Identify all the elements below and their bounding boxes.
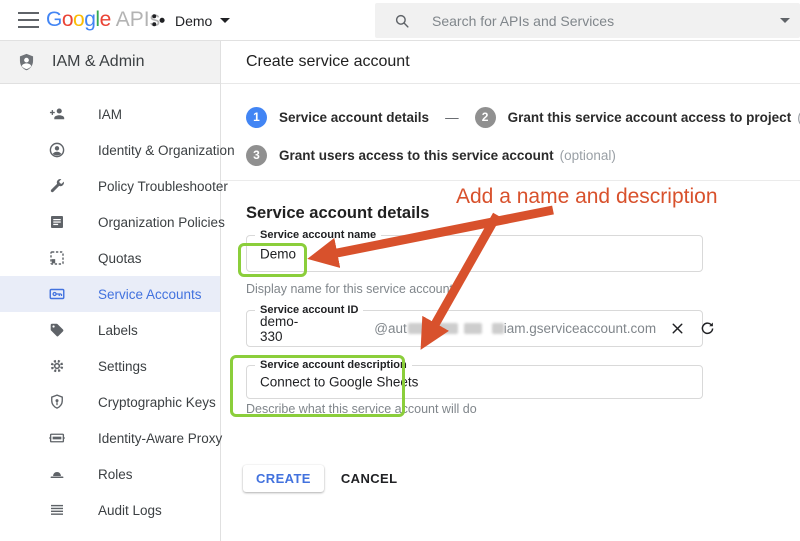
dashed-box-icon (48, 249, 66, 267)
cancel-button[interactable]: CANCEL (341, 471, 398, 486)
hat-icon (48, 465, 66, 483)
sidebar-header-iam-admin[interactable]: IAM & Admin (0, 41, 220, 84)
service-account-id-field[interactable]: Service account ID demo-330 @aut iam.gse… (246, 310, 703, 347)
step-3-label: Grant users access to this service accou… (279, 148, 554, 163)
wizard-steps-row-2: 3 Grant users access to this service acc… (246, 144, 616, 166)
google-apis-logo[interactable]: GoogleAPIs (46, 8, 160, 32)
proxy-layers-icon (48, 429, 66, 447)
refresh-id-icon[interactable] (699, 320, 716, 337)
form-actions: CREATE CANCEL (243, 465, 397, 492)
create-button[interactable]: CREATE (243, 465, 324, 492)
sidebar-nav: IAM Identity & Organization Policy Troub… (0, 84, 220, 528)
sidebar-item-label: Service Accounts (98, 287, 202, 302)
person-circle-icon (48, 141, 66, 159)
sidebar-item-quotas[interactable]: Quotas (0, 240, 220, 276)
name-helper-text: Display name for this service account (246, 282, 453, 296)
service-account-description-label: Service account description (255, 359, 412, 371)
project-name: Demo (175, 13, 212, 29)
sidebar-item-label: Cryptographic Keys (98, 395, 216, 410)
chevron-down-icon (220, 18, 230, 23)
service-account-description-value[interactable]: Connect to Google Sheets (260, 375, 418, 390)
sidebar-item-label: Quotas (98, 251, 142, 266)
service-account-name-value[interactable]: Demo (260, 246, 296, 261)
step-2-label: Grant this service account access to pro… (508, 110, 792, 125)
shield-key-icon (48, 393, 66, 411)
redacted-block (464, 323, 482, 334)
hamburger-menu-icon[interactable] (18, 12, 39, 28)
sidebar-item-policy-troubleshooter[interactable]: Policy Troubleshooter (0, 168, 220, 204)
description-helper-text: Describe what this service account will … (246, 402, 477, 416)
search-chevron-down-icon[interactable] (780, 18, 790, 23)
step-1-label: Service account details (279, 110, 429, 125)
sidebar-header-label: IAM & Admin (52, 53, 144, 71)
page-title: Create service account (246, 53, 410, 71)
step-separator: — (445, 110, 459, 125)
service-account-name-field[interactable]: Service account name Demo (246, 235, 703, 272)
search-input[interactable] (432, 13, 780, 29)
sidebar-item-settings[interactable]: Settings (0, 348, 220, 384)
sidebar-item-organization-policies[interactable]: Organization Policies (0, 204, 220, 240)
logo-letter: o (73, 8, 84, 31)
project-selector[interactable]: Demo (150, 0, 230, 41)
sidebar-item-label: Identity-Aware Proxy (98, 431, 222, 446)
sidebar-item-service-accounts[interactable]: Service Accounts (0, 276, 220, 312)
tag-icon (48, 321, 66, 339)
main-content: Create service account 1 Service account… (221, 41, 800, 541)
sidebar-item-label: Identity & Organization (98, 143, 235, 158)
logo-letter: G (46, 8, 62, 31)
wrench-icon (48, 177, 66, 195)
document-lines-icon (48, 213, 66, 231)
top-app-bar: GoogleAPIs Demo (0, 0, 800, 41)
id-domain-prefix: @aut (374, 321, 406, 336)
wizard-steps-row-1: 1 Service account details — 2 Grant this… (246, 106, 800, 128)
sidebar-item-label: Labels (98, 323, 138, 338)
clear-id-icon[interactable] (669, 320, 686, 337)
sidebar-item-cryptographic-keys[interactable]: Cryptographic Keys (0, 384, 220, 420)
sidebar-item-labels[interactable]: Labels (0, 312, 220, 348)
service-account-name-label: Service account name (255, 229, 381, 241)
list-lines-icon (48, 501, 66, 519)
redacted-block (492, 323, 504, 334)
search-icon (393, 12, 411, 30)
step-1-circle: 1 (246, 107, 267, 128)
search-bar[interactable] (375, 3, 800, 38)
service-account-badge-icon (48, 285, 66, 303)
sidebar-item-audit-logs[interactable]: Audit Logs (0, 492, 220, 528)
step-3-optional: (optional) (560, 148, 616, 163)
service-account-id-label: Service account ID (255, 304, 363, 316)
project-dots-icon (150, 12, 167, 29)
person-add-icon (48, 105, 66, 123)
shield-person-icon (16, 52, 37, 73)
service-account-description-field[interactable]: Service account description Connect to G… (246, 365, 703, 399)
redacted-block (408, 323, 458, 334)
sidebar-item-identity-aware-proxy[interactable]: Identity-Aware Proxy (0, 420, 220, 456)
sidebar-item-label: Organization Policies (98, 215, 225, 230)
sidebar-item-identity-organization[interactable]: Identity & Organization (0, 132, 220, 168)
sidebar: IAM & Admin IAM Identity & Organiza (0, 41, 221, 541)
page-header: Create service account (221, 41, 800, 84)
step-3-circle: 3 (246, 145, 267, 166)
sidebar-item-label: Policy Troubleshooter (98, 179, 228, 194)
id-domain-redacted: @aut (374, 321, 503, 336)
logo-letter: o (62, 8, 73, 31)
sidebar-item-label: IAM (98, 107, 122, 122)
gear-icon (48, 357, 66, 375)
logo-letter: g (84, 8, 95, 31)
sidebar-item-iam[interactable]: IAM (0, 96, 220, 132)
sidebar-item-label: Settings (98, 359, 147, 374)
sidebar-item-roles[interactable]: Roles (0, 456, 220, 492)
form-section-heading: Service account details (246, 204, 429, 223)
id-domain-suffix: iam.gserviceaccount.com (504, 321, 656, 336)
step-2-circle: 2 (475, 107, 496, 128)
service-account-id-value[interactable]: demo-330 (260, 314, 298, 344)
sidebar-item-label: Audit Logs (98, 503, 162, 518)
sidebar-item-label: Roles (98, 467, 133, 482)
divider (221, 180, 800, 181)
logo-letter: e (100, 8, 111, 31)
